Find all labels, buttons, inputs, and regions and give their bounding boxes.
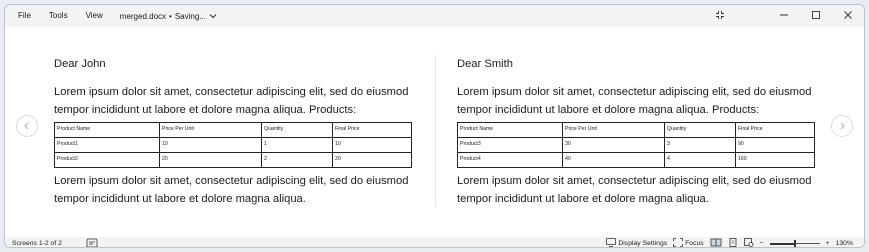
intro-paragraph: Lorem ipsum dolor sit amet, consectetur … [457, 86, 812, 116]
table-row: Product3 30 3 90 [457, 137, 815, 153]
maximize-button[interactable] [800, 5, 832, 27]
table-cell: Product4 [457, 152, 563, 168]
table-header-cell: Price Per Unit [562, 122, 665, 138]
table-cell: Product2 [54, 152, 160, 168]
zoom-in-button[interactable]: + [826, 240, 830, 247]
document-title-dropdown[interactable]: merged.docx • Saving... [120, 12, 217, 21]
save-status: Saving... [174, 11, 206, 21]
status-left: Screens 1-2 of 2 [12, 237, 62, 247]
table-header-cell: Quantity [261, 122, 333, 138]
table-cell: 30 [562, 137, 665, 153]
table-cell: 1 [261, 137, 333, 153]
salutation: Dear John [54, 58, 106, 70]
document-page-2: Dear Smith Lorem ipsum dolor sit amet, c… [457, 55, 825, 211]
table-cell: 2 [261, 152, 333, 168]
table-header-cell: Final Price [735, 122, 815, 138]
table-cell: 3 [664, 137, 736, 153]
menu-file[interactable]: File [5, 5, 40, 27]
reader-window: File Tools View merged.docx • Saving... [4, 4, 865, 248]
display-settings-button[interactable]: Display Settings [606, 237, 668, 248]
menu-tools[interactable]: Tools [40, 5, 77, 27]
table-header-row: Product Name Price Per Unit Quantity Fin… [54, 122, 412, 138]
table-cell: 40 [562, 152, 665, 168]
screen-counter: Screens 1-2 of 2 [12, 239, 62, 247]
table-cell: 10 [332, 137, 412, 153]
table-cell: 90 [735, 137, 815, 153]
chevron-left-icon [23, 117, 31, 135]
products-table: Product Name Price Per Unit Quantity Fin… [457, 122, 815, 168]
print-layout-button[interactable] [728, 237, 738, 248]
table-row: Product4 40 4 160 [457, 152, 815, 168]
chevron-down-icon [209, 12, 217, 21]
title-bar: File Tools View merged.docx • Saving... [5, 5, 864, 27]
web-layout-button[interactable] [743, 237, 754, 248]
display-settings-icon [606, 237, 617, 248]
table-cell: 20 [332, 152, 412, 168]
table-row: Product1 10 1 10 [54, 137, 412, 153]
table-header-cell: Product Name [457, 122, 563, 138]
page-icon [728, 237, 738, 248]
chevron-right-icon [838, 117, 846, 135]
zoom-slider-thumb[interactable] [793, 240, 796, 247]
salutation: Dear Smith [457, 58, 513, 70]
status-bar: Screens 1-2 of 2 Display Settings Focus … [5, 237, 864, 248]
previous-screen-button[interactable] [16, 115, 38, 137]
table-header-row: Product Name Price Per Unit Quantity Fin… [457, 122, 815, 138]
close-icon [843, 10, 853, 22]
minimize-icon [779, 10, 789, 22]
focus-button[interactable]: Focus [673, 237, 704, 248]
maximize-icon [811, 10, 821, 22]
minimize-button[interactable] [768, 5, 800, 27]
web-layout-icon [743, 237, 754, 248]
text-predictions-icon[interactable] [86, 238, 98, 247]
table-cell: Product1 [54, 137, 160, 153]
closing-paragraph: Lorem ipsum dolor sit amet, consectetur … [54, 175, 409, 205]
table-row: Product2 20 2 20 [54, 152, 412, 168]
page-divider [435, 55, 436, 207]
expand-button[interactable] [702, 5, 738, 27]
table-cell: 160 [735, 152, 815, 168]
zoom-out-button[interactable]: − [760, 240, 764, 247]
read-mode-button[interactable] [710, 238, 722, 248]
table-header-cell: Quantity [664, 122, 736, 138]
expand-icon [715, 10, 725, 22]
table-cell: 20 [159, 152, 262, 168]
book-icon [710, 238, 722, 248]
table-cell: 10 [159, 137, 262, 153]
intro-paragraph: Lorem ipsum dolor sit amet, consectetur … [54, 86, 409, 116]
table-cell: 4 [664, 152, 736, 168]
status-right: Display Settings Focus − + 130% [606, 237, 853, 248]
display-settings-label: Display Settings [618, 239, 668, 247]
focus-label: Focus [685, 239, 704, 247]
table-header-cell: Price Per Unit [159, 122, 262, 138]
window-controls [702, 5, 864, 27]
close-button[interactable] [832, 5, 864, 27]
closing-paragraph: Lorem ipsum dolor sit amet, consectetur … [457, 175, 812, 205]
table-header-cell: Final Price [332, 122, 412, 138]
focus-icon [673, 237, 684, 248]
products-table: Product Name Price Per Unit Quantity Fin… [54, 122, 412, 168]
zoom-slider-fill [769, 242, 795, 245]
title-separator: • [169, 11, 172, 21]
next-screen-button[interactable] [831, 115, 853, 137]
zoom-level[interactable]: 130% [836, 240, 853, 247]
table-header-cell: Product Name [54, 122, 160, 138]
zoom-slider[interactable] [769, 237, 820, 247]
menu-view[interactable]: View [77, 5, 112, 27]
document-page-1: Dear John Lorem ipsum dolor sit amet, co… [54, 55, 422, 211]
table-cell: Product3 [457, 137, 563, 153]
document-title: merged.docx [119, 11, 167, 21]
document-viewer: Dear John Lorem ipsum dolor sit amet, co… [5, 27, 864, 237]
